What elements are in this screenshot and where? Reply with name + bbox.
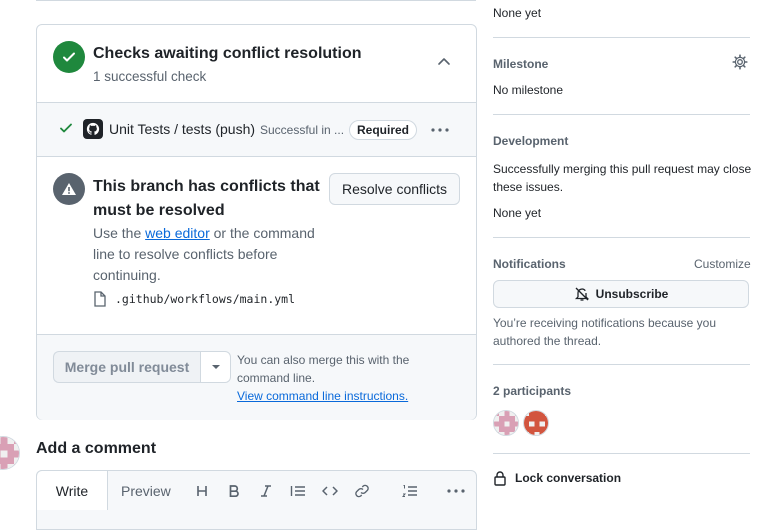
milestone-heading[interactable]: Milestone: [493, 57, 548, 71]
kebab-menu-icon[interactable]: [429, 120, 451, 140]
participant-avatar[interactable]: [523, 410, 549, 436]
checks-header: Checks awaiting conflict resolution 1 su…: [37, 25, 476, 103]
conflicts-text-prefix: Use the: [93, 225, 146, 241]
tab-preview[interactable]: Preview: [121, 483, 171, 499]
gear-icon[interactable]: [731, 53, 749, 71]
ordered-list-icon[interactable]: [400, 481, 420, 501]
command-line-instructions-link[interactable]: View command line instructions.: [237, 389, 408, 403]
add-comment-heading: Add a comment: [36, 440, 157, 457]
timeline-top-border: [36, 0, 476, 1]
sidebar-divider: [493, 364, 750, 365]
conflicts-description: Use the web editor or the command line t…: [93, 223, 333, 286]
merge-section: Merge pull request You can also merge th…: [37, 335, 476, 420]
chevron-up-icon[interactable]: [433, 53, 455, 69]
more-icon[interactable]: [446, 481, 466, 501]
file-icon: [94, 291, 106, 307]
conflicts-section: This branch has conflicts that must be r…: [37, 157, 476, 335]
sidebar-divider: [493, 453, 750, 454]
unsubscribe-label: Unsubscribe: [595, 287, 669, 301]
triangle-down-icon: [211, 365, 220, 369]
sidebar-divider: [493, 237, 750, 238]
italic-icon[interactable]: [256, 481, 276, 501]
merge-pull-request-button[interactable]: Merge pull request: [53, 351, 200, 383]
participants-heading: 2 participants: [493, 384, 572, 398]
lock-conversation-label: Lock conversation: [515, 471, 622, 485]
merge-note-text: You can also merge this with the command…: [237, 353, 410, 385]
lock-icon: [494, 471, 506, 486]
web-editor-link[interactable]: web editor: [145, 225, 210, 241]
code-icon[interactable]: [320, 481, 340, 501]
check-name[interactable]: Unit Tests / tests (push): [109, 121, 255, 137]
conflict-file-name: .github/workflows/main.yml: [115, 292, 296, 306]
comment-editor: Write Preview: [36, 470, 477, 530]
sidebar-divider: [493, 37, 750, 38]
checks-summary: 1 successful check: [93, 69, 207, 84]
required-badge: Required: [349, 120, 418, 140]
development-value: None yet: [493, 206, 542, 220]
heading-icon[interactable]: [192, 481, 212, 501]
development-text: Successfully merging this pull request m…: [493, 162, 752, 194]
checks-title: Checks awaiting conflict resolution: [93, 45, 362, 62]
tab-write[interactable]: Write: [36, 470, 108, 510]
check-status: Successful in ...: [260, 123, 345, 137]
lock-conversation-button[interactable]: Lock conversation: [493, 470, 621, 486]
avatar[interactable]: [0, 436, 20, 470]
merge-options-dropdown[interactable]: [200, 351, 231, 383]
milestone-value: No milestone: [493, 83, 564, 97]
check-row[interactable]: Unit Tests / tests (push) Successful in …: [37, 103, 476, 157]
unsubscribe-button[interactable]: Unsubscribe: [493, 280, 749, 308]
bell-slash-icon: [574, 287, 589, 301]
notifications-heading: Notifications: [493, 257, 566, 271]
check-circle-icon: [53, 41, 85, 73]
merge-note: You can also merge this with the command…: [237, 351, 437, 405]
participant-avatar[interactable]: [493, 410, 519, 436]
conflict-file: .github/workflows/main.yml: [93, 291, 295, 307]
merge-box: Checks awaiting conflict resolution 1 su…: [36, 24, 477, 420]
resolve-conflicts-button[interactable]: Resolve conflicts: [329, 173, 460, 205]
notifications-reason: You’re receiving notifications because y…: [493, 316, 717, 348]
link-icon[interactable]: [352, 481, 372, 501]
development-heading[interactable]: Development: [493, 134, 568, 148]
sidebar-divider: [493, 114, 750, 115]
conflicts-title: This branch has conflicts that must be r…: [93, 178, 320, 219]
github-actions-icon: [83, 119, 103, 139]
quote-icon[interactable]: [288, 481, 308, 501]
check-icon: [59, 121, 73, 140]
reviewers-value: None yet: [493, 6, 542, 20]
alert-icon: [53, 173, 85, 205]
bold-icon[interactable]: [224, 481, 244, 501]
customize-link[interactable]: Customize: [694, 257, 751, 271]
